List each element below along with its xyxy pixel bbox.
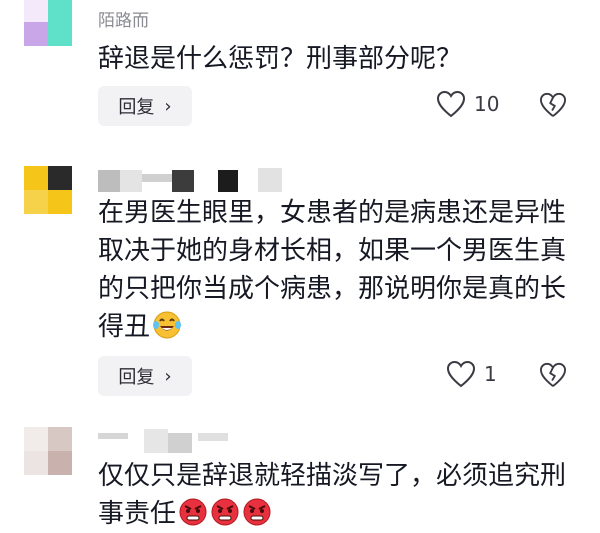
avatar[interactable] bbox=[24, 0, 72, 46]
reply-button-label: 回复 bbox=[118, 97, 155, 118]
like-count: 1 bbox=[484, 362, 497, 386]
comment-text: 辞退是什么惩罚？刑事部分呢？ bbox=[98, 44, 463, 74]
comment-text: 在男医生眼里，女患者的是病患还是异性取决于她的身材长相，如果一个男医生真的只把你… bbox=[98, 194, 578, 346]
chevron-right-icon: › bbox=[164, 365, 172, 387]
reply-button-label: 回复 bbox=[118, 367, 155, 388]
like-button[interactable]: 1 bbox=[446, 360, 497, 388]
like-count: 10 bbox=[474, 92, 500, 116]
like-button[interactable]: 10 bbox=[436, 90, 499, 118]
reply-button[interactable]: 回复 › bbox=[98, 86, 192, 126]
dislike-button[interactable] bbox=[539, 92, 567, 122]
author-mosaic[interactable] bbox=[98, 166, 288, 194]
heart-icon bbox=[436, 90, 466, 118]
heart-icon bbox=[446, 360, 476, 388]
broken-heart-icon bbox=[540, 92, 566, 117]
reply-button[interactable]: 回复 › bbox=[98, 356, 192, 396]
angry-face-emoji bbox=[211, 498, 239, 526]
comment-text: 仅仅只是辞退就轻描淡写了，必须追究刑事责任 bbox=[98, 457, 578, 533]
laughing-crying-emoji bbox=[153, 311, 182, 339]
author-mosaic[interactable] bbox=[98, 427, 248, 453]
angry-face-emoji bbox=[179, 498, 207, 526]
avatar[interactable] bbox=[24, 166, 72, 214]
avatar[interactable] bbox=[24, 427, 72, 475]
angry-face-emoji bbox=[243, 498, 271, 526]
comment-author[interactable]: 陌路而 bbox=[98, 6, 149, 31]
chevron-right-icon: › bbox=[164, 95, 172, 117]
comment-text-body: 仅仅只是辞退就轻描淡写了，必须追究刑事责任 bbox=[98, 461, 567, 529]
broken-heart-icon bbox=[540, 362, 566, 387]
dislike-button[interactable] bbox=[539, 362, 567, 392]
